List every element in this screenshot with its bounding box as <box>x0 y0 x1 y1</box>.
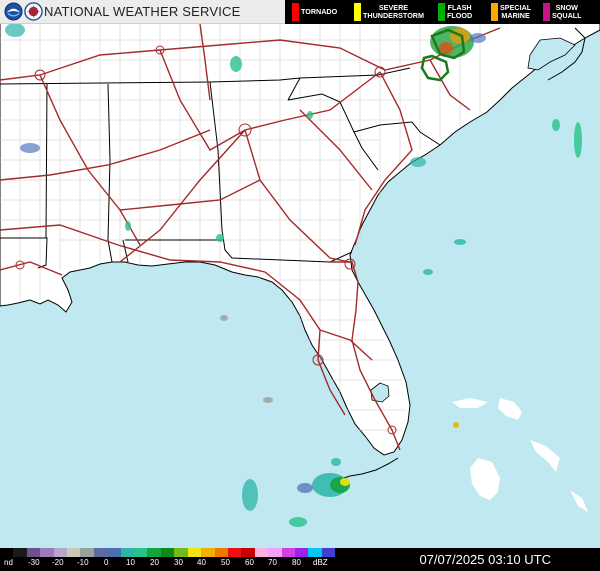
legend-label-severe-thunderstorm: SEVERE THUNDERSTORM <box>363 3 424 20</box>
agency-banner: NATIONAL WEATHER SERVICE <box>0 0 285 24</box>
scale-label: 10 <box>126 558 135 567</box>
scale-segment <box>67 548 81 557</box>
scale-label: 60 <box>245 558 254 567</box>
scale-segment <box>268 548 282 557</box>
warning-legend: TORNADO SEVERE THUNDERSTORM FLASH FLOOD … <box>285 0 600 24</box>
legend-item-severe-thunderstorm: SEVERE THUNDERSTORM <box>351 0 433 24</box>
legend-label-snow-squall: SNOW SQUALL <box>552 3 582 20</box>
scale-label: 20 <box>150 558 159 567</box>
scale-label: 50 <box>221 558 230 567</box>
scale-label: 0 <box>104 558 109 567</box>
legend-item-tornado: TORNADO <box>289 0 351 24</box>
footer-bar: nd -30 -20 -10 0 10 20 30 40 50 60 70 80 dBZ 07/07/20… <box>0 548 600 571</box>
radar-map[interactable] <box>0 0 600 548</box>
scale-segment <box>13 548 27 557</box>
scale-label: 70 <box>268 558 277 567</box>
legend-swatch-tornado <box>292 3 299 21</box>
scale-segment <box>227 548 242 557</box>
scale-segment <box>254 548 269 557</box>
reflectivity-scale-labels: nd -30 -20 -10 0 10 20 30 40 50 60 70 80 dBZ <box>0 558 335 570</box>
scale-segment <box>174 548 188 557</box>
nws-logo-icon <box>24 2 43 21</box>
scale-label: -10 <box>77 558 89 567</box>
scale-segment <box>26 548 41 557</box>
scale-label: dBZ <box>313 558 328 567</box>
scale-label: 80 <box>292 558 301 567</box>
legend-label-flash-flood: FLASH FLOOD <box>447 3 473 20</box>
header-bar: NATIONAL WEATHER SERVICE TORNADO SEVERE … <box>0 0 600 24</box>
scale-segment <box>308 548 322 557</box>
scale-segment <box>80 548 94 557</box>
scale-segment <box>53 548 68 557</box>
legend-label-tornado: TORNADO <box>301 7 338 16</box>
scale-label: nd <box>4 558 13 567</box>
scale-segment <box>0 548 14 557</box>
legend-swatch-special-marine <box>491 3 498 21</box>
scale-segment <box>40 548 54 557</box>
radar-timestamp: 07/07/2025 03:10 UTC <box>419 552 551 567</box>
scale-segment <box>160 548 175 557</box>
legend-item-snow-squall: SNOW SQUALL <box>540 0 598 24</box>
scale-segment <box>134 548 148 557</box>
scale-segment <box>214 548 228 557</box>
scale-segment <box>93 548 108 557</box>
scale-label: -30 <box>28 558 40 567</box>
scale-segment <box>120 548 135 557</box>
legend-swatch-snow-squall <box>543 3 550 21</box>
legend-item-special-marine: SPECIAL MARINE <box>488 0 538 24</box>
scale-label: 40 <box>197 558 206 567</box>
legend-item-flash-flood: FLASH FLOOD <box>435 0 485 24</box>
legend-swatch-severe-thunderstorm <box>354 3 361 21</box>
reflectivity-color-scale <box>0 548 336 557</box>
scale-segment <box>294 548 309 557</box>
legend-swatch-flash-flood <box>438 3 445 21</box>
legend-label-special-marine: SPECIAL MARINE <box>500 3 532 20</box>
scale-segment <box>321 548 336 557</box>
scale-label: 30 <box>174 558 183 567</box>
scale-segment <box>107 548 121 557</box>
noaa-logo-icon <box>4 2 23 21</box>
scale-segment <box>201 548 215 557</box>
scale-segment <box>241 548 255 557</box>
scale-label: -20 <box>52 558 64 567</box>
scale-segment <box>281 548 295 557</box>
scale-segment <box>187 548 202 557</box>
scale-segment <box>147 548 161 557</box>
agency-title: NATIONAL WEATHER SERVICE <box>44 4 241 19</box>
